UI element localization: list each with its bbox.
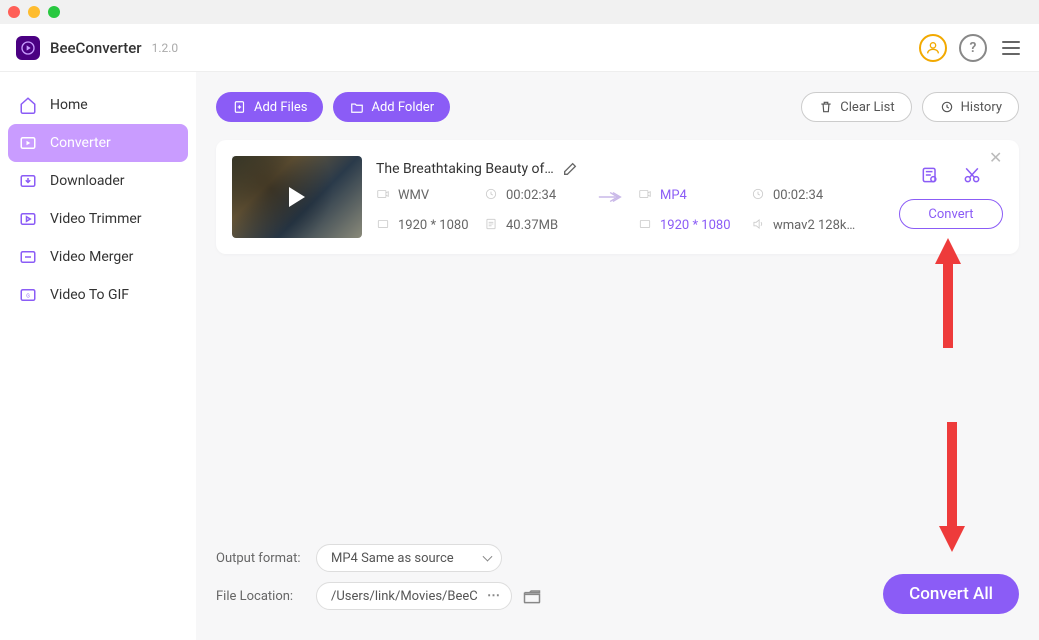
sidebar-item-label: Video Trimmer: [50, 211, 142, 227]
sidebar-item-label: Converter: [50, 135, 111, 151]
window-titlebar: [0, 0, 1039, 24]
trimmer-icon: [18, 209, 38, 229]
src-format: WMV: [376, 187, 478, 203]
download-icon: [18, 171, 38, 191]
annotation-arrow: [933, 238, 963, 348]
audio-icon: [751, 217, 767, 233]
window-minimize-dot[interactable]: [28, 6, 40, 18]
gif-icon: G: [18, 285, 38, 305]
history-label: History: [961, 100, 1002, 115]
sidebar-item-label: Video To GIF: [50, 287, 129, 303]
src-duration: 00:02:34: [484, 187, 586, 203]
account-icon[interactable]: [919, 34, 947, 62]
sidebar-item-trimmer[interactable]: Video Trimmer: [8, 200, 188, 238]
out-format[interactable]: MP4: [638, 187, 745, 203]
main-panel: Add Files Add Folder Clear List History …: [196, 72, 1039, 640]
sidebar-item-gif[interactable]: G Video To GIF: [8, 276, 188, 314]
src-resolution: 1920 * 1080: [376, 217, 478, 233]
trash-icon: [818, 99, 834, 115]
app-version: 1.2.0: [152, 41, 179, 55]
merger-icon: [18, 247, 38, 267]
more-icon[interactable]: ⋯: [487, 589, 501, 604]
remove-item-button[interactable]: ✕: [989, 150, 1005, 166]
file-icon: [484, 217, 500, 233]
add-files-label: Add Files: [254, 100, 307, 115]
converter-icon: [18, 133, 38, 153]
video-icon: [638, 187, 654, 203]
annotation-arrow: [937, 422, 967, 552]
clear-list-label: Clear List: [840, 100, 894, 115]
convert-all-button[interactable]: Convert All: [883, 574, 1019, 614]
window-close-dot[interactable]: [8, 6, 20, 18]
history-icon: [939, 99, 955, 115]
toolbar: Add Files Add Folder Clear List History: [216, 92, 1019, 122]
arrow-separator: [592, 187, 632, 207]
sidebar-item-home[interactable]: Home: [8, 86, 188, 124]
play-icon: [289, 187, 305, 207]
add-files-icon: [232, 99, 248, 115]
edit-title-icon[interactable]: [562, 161, 578, 177]
settings-icon[interactable]: [920, 165, 940, 185]
resolution-icon: [376, 217, 392, 233]
add-folder-label: Add Folder: [371, 100, 434, 115]
add-folder-icon: [349, 99, 365, 115]
out-resolution[interactable]: 1920 * 1080: [638, 217, 745, 233]
file-card: ✕ The Breathtaking Beauty of N… WMV: [216, 140, 1019, 254]
video-icon: [376, 187, 392, 203]
convert-button[interactable]: Convert: [899, 199, 1003, 229]
file-location-label: File Location:: [216, 589, 316, 604]
app-header: BeeConverter 1.2.0 ?: [0, 24, 1039, 72]
output-format-select[interactable]: MP4 Same as source: [316, 544, 502, 572]
clock-icon: [751, 187, 767, 203]
clear-list-button[interactable]: Clear List: [801, 92, 911, 122]
menu-icon[interactable]: [999, 34, 1023, 62]
add-folder-button[interactable]: Add Folder: [333, 92, 450, 122]
cut-icon[interactable]: [962, 165, 982, 185]
out-audio: wmav2 128k…: [751, 217, 858, 233]
output-format-label: Output format:: [216, 551, 316, 566]
clock-icon: [484, 187, 500, 203]
history-button[interactable]: History: [922, 92, 1019, 122]
video-thumbnail[interactable]: [232, 156, 362, 238]
sidebar-item-converter[interactable]: Converter: [8, 124, 188, 162]
svg-text:G: G: [26, 293, 30, 299]
sidebar-item-label: Video Merger: [50, 249, 133, 265]
sidebar-item-downloader[interactable]: Downloader: [8, 162, 188, 200]
window-zoom-dot[interactable]: [48, 6, 60, 18]
sidebar-item-label: Downloader: [50, 173, 125, 189]
sidebar: Home Converter Downloader Video Trimmer …: [0, 72, 196, 640]
src-size: 40.37MB: [484, 217, 586, 233]
open-folder-icon[interactable]: [522, 586, 542, 606]
resolution-icon: [638, 217, 654, 233]
add-files-button[interactable]: Add Files: [216, 92, 323, 122]
file-title: The Breathtaking Beauty of N…: [376, 161, 556, 177]
sidebar-item-merger[interactable]: Video Merger: [8, 238, 188, 276]
out-duration: 00:02:34: [751, 187, 858, 203]
help-icon[interactable]: ?: [959, 34, 987, 62]
app-logo: [16, 36, 40, 60]
sidebar-item-label: Home: [50, 97, 88, 113]
file-location-field[interactable]: /Users/link/Movies/BeeC ⋯: [316, 582, 512, 610]
app-name: BeeConverter: [50, 39, 142, 57]
home-icon: [18, 95, 38, 115]
